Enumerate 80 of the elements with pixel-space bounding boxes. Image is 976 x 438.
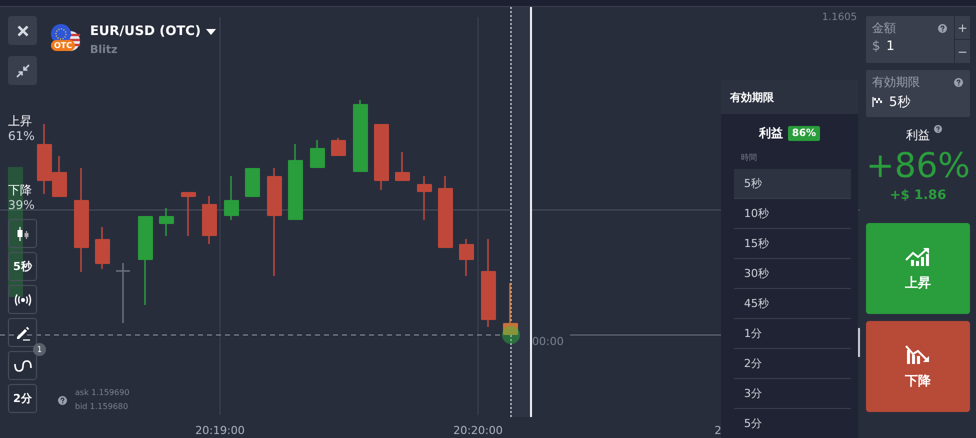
candle: [245, 168, 260, 197]
collapse-button[interactable]: [8, 56, 37, 85]
candle: [159, 208, 174, 236]
expiry-option[interactable]: 2分: [734, 349, 851, 379]
increase-button[interactable]: +: [955, 16, 970, 39]
expiry-field[interactable]: 有効期限 5秒: [866, 70, 970, 117]
bid-price: bid 1.159680: [75, 401, 130, 413]
expiry-value: 5秒: [889, 94, 910, 111]
dropdown-caret-icon[interactable]: [206, 28, 216, 34]
checkered-flag-icon: [872, 97, 883, 107]
draw-button[interactable]: [8, 318, 37, 347]
chart-type-button[interactable]: [8, 219, 37, 248]
expiry-option[interactable]: 3分: [734, 379, 851, 409]
collapse-icon: [16, 64, 30, 78]
trend-up-icon: [905, 246, 931, 266]
candle: [310, 140, 325, 168]
candle: [374, 124, 389, 190]
candle: [181, 192, 196, 236]
help-icon[interactable]: [938, 24, 947, 33]
time-axis-label: 20:19:00: [195, 424, 245, 437]
countdown-label: 00:00: [532, 335, 564, 348]
expiry-option[interactable]: 5秒: [734, 169, 851, 199]
help-icon[interactable]: [954, 78, 963, 87]
profit-badge: 86%: [788, 126, 820, 141]
profit-label: 利益: [906, 128, 930, 142]
down-percent: 39%: [8, 198, 35, 213]
expiry-option[interactable]: 5分: [734, 409, 851, 438]
expiry-label: 有効期限: [872, 74, 920, 91]
profit-percent: +86%: [866, 145, 970, 188]
amount-label: 金額: [872, 20, 896, 37]
expiry-option[interactable]: 30秒: [734, 259, 851, 289]
payout-amount: +$ 1.86: [890, 188, 946, 203]
count-badge: 1: [33, 343, 46, 356]
expiry-option[interactable]: 15秒: [734, 229, 851, 259]
currency-symbol: $: [872, 39, 880, 54]
up-label: 上昇: [8, 114, 32, 129]
time-axis-label: 2: [714, 424, 722, 437]
amount-value: 1: [886, 39, 895, 54]
amount-field[interactable]: 金額 $ 1: [866, 16, 954, 63]
candle: [224, 176, 239, 220]
candle: [459, 239, 474, 276]
column-label: 時間: [741, 152, 758, 163]
price-glow: [502, 326, 520, 344]
down-label: 下降: [8, 183, 32, 198]
down-button[interactable]: 下降: [866, 321, 970, 412]
trade-mode-label: Blitz: [90, 43, 119, 56]
ask-price: ask 1.159690: [75, 387, 130, 399]
trend-down-icon: [905, 344, 931, 364]
help-icon[interactable]: [58, 396, 67, 404]
wave-icon: [14, 358, 32, 372]
time-axis-label: 20:20:00: [453, 424, 503, 437]
candle: [395, 152, 410, 181]
expiry-option[interactable]: 1分: [734, 319, 851, 349]
menu-title: 有効期限: [721, 80, 858, 114]
candle: [417, 176, 432, 220]
timeframe-button[interactable]: 2分: [8, 384, 37, 413]
signals-button[interactable]: [8, 285, 37, 314]
pencil-icon: [14, 324, 30, 340]
help-icon[interactable]: [934, 125, 942, 133]
timeframe-button[interactable]: 5秒: [8, 252, 37, 281]
up-button[interactable]: 上昇: [866, 223, 970, 314]
candle: [353, 100, 368, 172]
candle: [115, 262, 131, 324]
candle: [438, 176, 453, 248]
expiry-option[interactable]: 45秒: [734, 289, 851, 319]
asset-name[interactable]: EUR/USD (OTC): [90, 24, 201, 39]
otc-badge: OTC: [51, 40, 76, 51]
close-button[interactable]: [8, 16, 37, 45]
candle: [202, 196, 217, 244]
decrease-button[interactable]: −: [955, 40, 970, 63]
profit-label: 利益: [759, 125, 784, 142]
candle: [95, 227, 110, 269]
candlestick-icon: [14, 226, 30, 242]
up-percent: 61%: [8, 129, 35, 144]
price-axis-label: 1.1605: [822, 12, 857, 23]
candle: [503, 283, 518, 335]
close-icon: [16, 24, 28, 36]
expiry-option[interactable]: 10秒: [734, 199, 851, 229]
broadcast-icon: [14, 292, 32, 306]
candle: [331, 138, 346, 156]
